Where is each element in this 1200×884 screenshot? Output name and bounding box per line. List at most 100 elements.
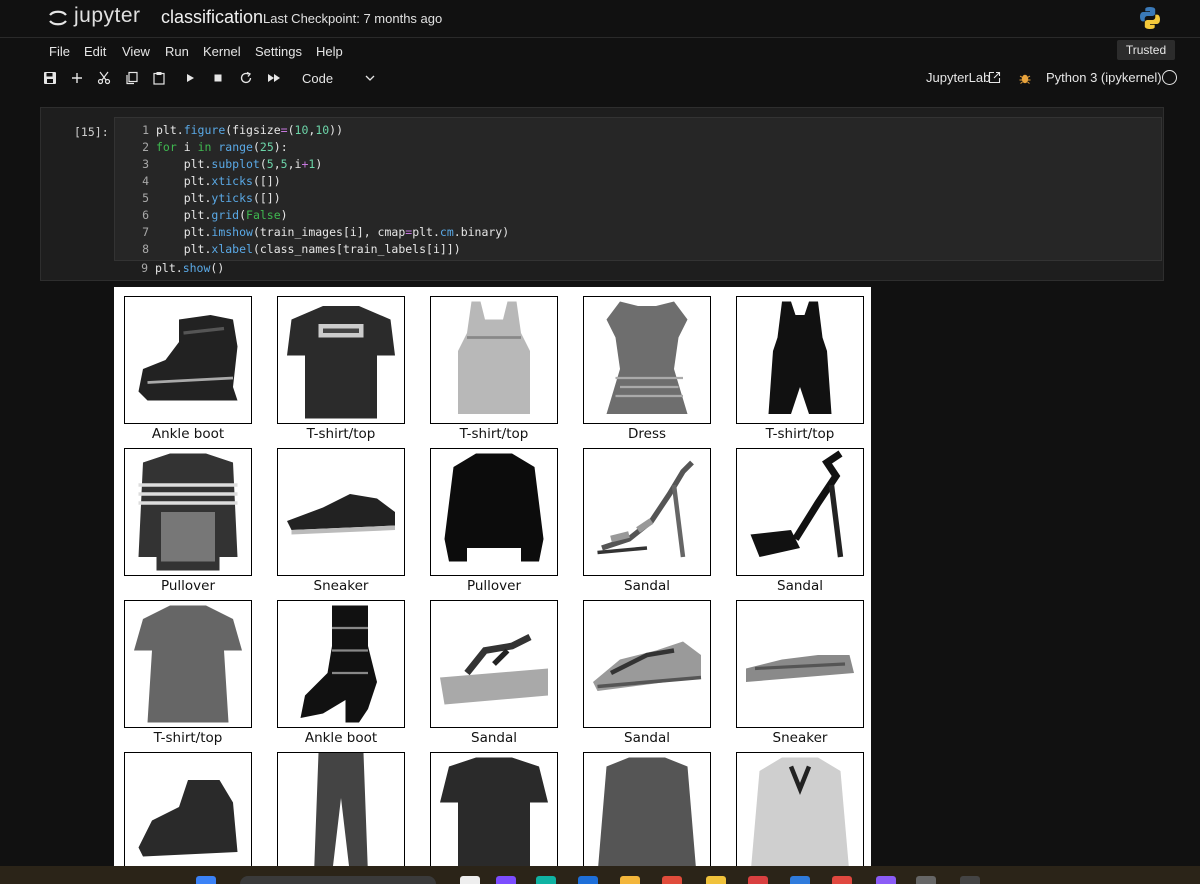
cell-type-value: Code [302,70,334,86]
notebook-toolbar: Code JupyterLab Python 3 (ipykernel) [0,66,1200,90]
taskbar-app-icon[interactable] [790,876,810,884]
code-line-3: plt.subplot(5,5,i+1) [156,157,323,171]
image-tile [583,296,711,424]
image-tile [583,600,711,728]
code-line-1: plt.figure(figsize=(10,10)) [156,123,344,137]
menu-settings[interactable]: Settings [255,44,302,59]
menu-bar: File Edit View Run Kernel Settings Help [0,39,1200,65]
top-header: jupyter classification Last Checkpoint: … [0,0,1200,38]
image-label: Pullover [160,578,216,594]
menu-view[interactable]: View [122,44,150,59]
image-label: T-shirt/top [459,426,529,442]
cell-type-select[interactable]: Code [296,68,380,88]
image-label: Pullover [466,578,522,594]
menu-help[interactable]: Help [316,44,343,59]
line-number: 3 [142,157,149,171]
run-icon[interactable] [180,68,200,88]
code-editor[interactable]: 1 plt.figure(figsize=(10,10)) 2 for i in r… [114,117,1162,261]
image-label: T-shirt/top [153,730,223,746]
taskbar-app-icon[interactable] [706,876,726,884]
line-number: 8 [142,242,149,256]
image-tile [583,448,711,576]
code-line-6: plt.grid(False) [156,208,288,222]
image-label: Dress [627,426,667,442]
image-tile [736,752,864,866]
code-line-5: plt.yticks([]) [156,191,281,205]
line-number: 1 [142,123,149,137]
taskbar-search-box[interactable] [240,876,436,884]
taskbar-app-icon[interactable] [496,876,516,884]
menu-run[interactable]: Run [165,44,189,59]
code-line-2: for i in range(25): [156,140,288,154]
cell-prompt: [15]: [74,125,109,139]
image-tile [430,448,558,576]
taskbar-app-icon[interactable] [578,876,598,884]
image-tile [124,600,252,728]
taskbar-app-icon[interactable] [536,876,556,884]
image-tile [124,752,252,866]
external-link-icon[interactable] [988,71,1001,84]
image-tile [277,296,405,424]
code-line-4: plt.xticks([]) [156,174,281,188]
image-tile [277,600,405,728]
taskbar-app-icon[interactable] [960,876,980,884]
menu-edit[interactable]: Edit [84,44,106,59]
os-taskbar [0,866,1200,884]
code-line-7: plt.imshow(train_images[i], cmap=plt.cm.… [156,225,510,239]
notebook-panel: [15]: 1 plt.figure(figsize=(10,10)) 2 for … [0,91,1200,866]
image-tile [430,296,558,424]
image-tile [124,448,252,576]
save-icon[interactable] [40,68,60,88]
code-line-8: plt.xlabel(class_names[train_labels[i]]) [156,242,461,256]
kernel-name[interactable]: Python 3 (ipykernel) [1046,70,1162,85]
jupyterlab-link[interactable]: JupyterLab [926,70,990,85]
copy-icon[interactable] [122,68,142,88]
windows-start-icon[interactable] [196,876,216,884]
debugger-bug-icon[interactable] [1018,71,1032,85]
cut-icon[interactable] [94,68,114,88]
jupyter-logo-icon[interactable] [46,6,70,30]
image-label: Sneaker [772,730,828,746]
stop-icon[interactable] [208,68,228,88]
image-label: Sandal [777,578,823,594]
line-number: 7 [142,225,149,239]
image-label: T-shirt/top [765,426,835,442]
taskbar-app-icon[interactable] [748,876,768,884]
taskbar-app-icon[interactable] [662,876,682,884]
taskbar-app-icon[interactable] [832,876,852,884]
image-tile [430,752,558,866]
image-tile [277,752,405,866]
line-number: 5 [142,191,149,205]
image-label: Sandal [624,578,670,594]
add-cell-icon[interactable] [67,68,87,88]
taskbar-app-icon[interactable] [916,876,936,884]
image-tile [736,296,864,424]
notebook-title[interactable]: classification [161,7,263,28]
image-tile [736,448,864,576]
image-tile [277,448,405,576]
checkpoint-status: Last Checkpoint: 7 months ago [263,11,443,26]
menu-file[interactable]: File [49,44,70,59]
image-label: T-shirt/top [306,426,376,442]
taskbar-app-icon[interactable] [460,876,480,884]
image-label: Sandal [471,730,517,746]
paste-icon[interactable] [149,68,169,88]
python-logo-icon [1140,7,1160,29]
image-tile [430,600,558,728]
line-number: 6 [142,208,149,222]
restart-icon[interactable] [236,68,256,88]
jupyter-brand[interactable]: jupyter [74,4,141,28]
image-label: Sneaker [313,578,369,594]
trusted-badge[interactable]: Trusted [1117,40,1175,60]
image-tile [583,752,711,866]
image-label: Ankle boot [304,730,378,746]
taskbar-app-icon[interactable] [876,876,896,884]
chevron-down-icon [365,75,375,81]
fast-forward-icon[interactable] [264,68,284,88]
line-number: 2 [142,140,149,154]
image-label: Sandal [624,730,670,746]
code-line-9: plt.show() [155,261,225,275]
image-tile [124,296,252,424]
menu-kernel[interactable]: Kernel [203,44,241,59]
taskbar-app-icon[interactable] [620,876,640,884]
